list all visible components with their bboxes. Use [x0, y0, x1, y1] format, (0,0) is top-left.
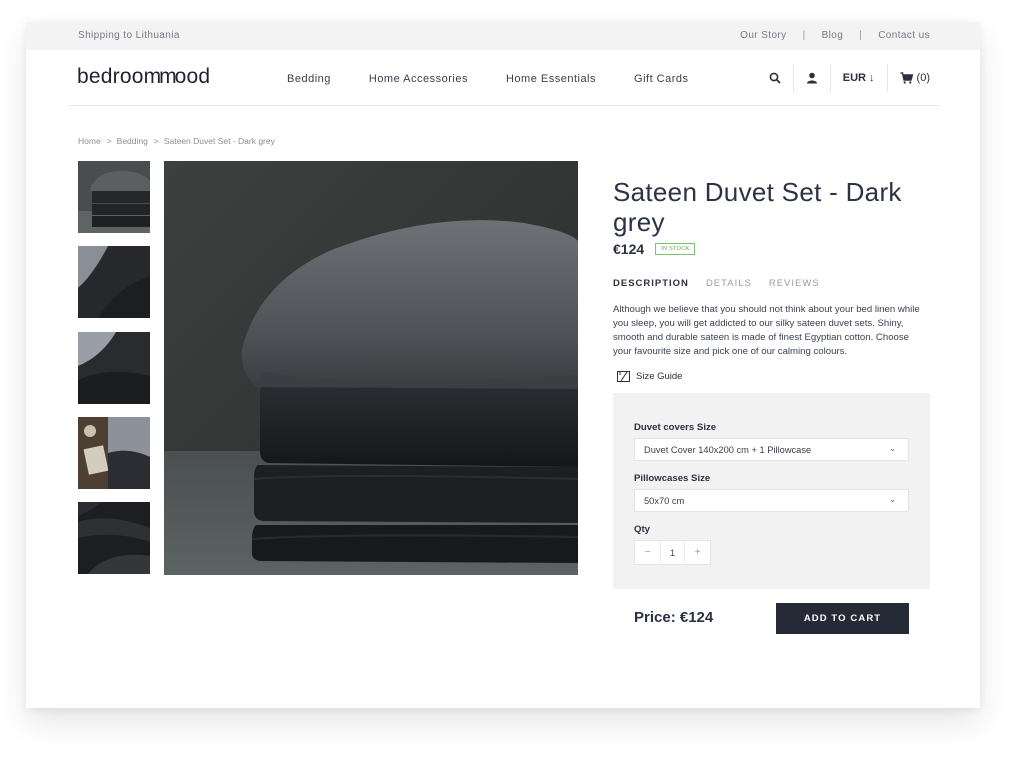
ruler-icon [617, 371, 630, 382]
logo-text: bedroo [77, 65, 144, 88]
logo[interactable]: bedroommood [77, 65, 210, 89]
divider: | [859, 30, 863, 41]
tab-details[interactable]: DETAILS [706, 278, 752, 289]
blog-link[interactable]: Blog [822, 30, 844, 41]
price-row: €124 IN STOCK [613, 241, 696, 257]
product-description: Although we believe that you should not … [613, 304, 920, 357]
stock-badge: IN STOCK [655, 243, 696, 255]
tab-description[interactable]: DESCRIPTION [613, 278, 689, 289]
size-guide-label: Size Guide [636, 371, 683, 382]
duvet-size-value: Duvet Cover 140x200 cm + 1 Pillowcase [644, 445, 812, 455]
tab-reviews[interactable]: REVIEWS [769, 278, 820, 289]
thumbnail-3[interactable] [78, 332, 150, 404]
logo-text-end: ood [174, 65, 211, 88]
nav-home-essentials[interactable]: Home Essentials [506, 73, 596, 85]
product-title: Sateen Duvet Set - Dark grey [613, 177, 902, 237]
chevron-down-icon: ⌄ [889, 444, 896, 453]
cart-icon [900, 72, 913, 84]
duvet-size-select[interactable]: Duvet Cover 140x200 cm + 1 Pillowcase ⌄ [634, 438, 909, 461]
thumbnail-4[interactable] [78, 417, 150, 489]
shipping-text[interactable]: Shipping to Lithuania [78, 30, 180, 41]
product-tabs: DESCRIPTION DETAILS REVIEWS [613, 278, 837, 289]
size-guide-link[interactable]: Size Guide [617, 371, 682, 382]
cart-button[interactable]: (0) [886, 64, 930, 92]
chevron-down-icon: ⌄ [889, 495, 896, 504]
thumbnail-2[interactable] [78, 246, 150, 318]
pillowcase-size-label: Pillowcases Size [634, 473, 711, 484]
breadcrumb-bedding[interactable]: Bedding [117, 136, 148, 146]
breadcrumb-current: Sateen Duvet Set - Dark grey [163, 136, 275, 146]
header-tools: EUR ↓ (0) [757, 64, 930, 92]
add-to-cart-button[interactable]: ADD TO CART [776, 603, 909, 634]
breadcrumb: Home > Bedding > Sateen Duvet Set - Dark… [78, 136, 275, 146]
account-button[interactable] [792, 64, 830, 92]
divider: | [802, 30, 806, 41]
cart-count: (0) [916, 72, 930, 84]
thumbnail-1[interactable] [78, 161, 150, 233]
pillowcase-size-value: 50x70 cm [644, 496, 685, 506]
thumbnail-5[interactable] [78, 502, 150, 574]
currency-label: EUR ↓ [842, 72, 875, 84]
currency-selector[interactable]: EUR ↓ [829, 64, 887, 92]
user-icon [806, 72, 817, 84]
duvet-size-label: Duvet covers Size [634, 422, 717, 433]
top-bar: Shipping to Lithuania Our Story | Blog |… [26, 22, 980, 50]
breadcrumb-separator: > [106, 136, 112, 146]
contact-link[interactable]: Contact us [878, 30, 930, 41]
nav-home-accessories[interactable]: Home Accessories [369, 73, 468, 85]
qty-input[interactable]: 1 [660, 541, 685, 564]
page-frame: Shipping to Lithuania Our Story | Blog |… [26, 22, 980, 708]
site-header: bedroommood Bedding Home Accessories Hom… [26, 50, 980, 106]
product-price: €124 [613, 241, 645, 257]
search-button[interactable] [757, 64, 793, 92]
top-links: Our Story | Blog | Contact us [740, 30, 930, 41]
qty-decrease-button[interactable]: − [635, 541, 660, 564]
header-divider [68, 105, 940, 106]
qty-label: Qty [634, 524, 650, 535]
nav-bedding[interactable]: Bedding [287, 73, 331, 85]
search-icon [769, 72, 781, 84]
options-panel: Duvet covers Size Duvet Cover 140x200 cm… [613, 393, 930, 589]
main-nav: Bedding Home Accessories Home Essentials… [287, 73, 727, 85]
pillowcase-size-select[interactable]: 50x70 cm ⌄ [634, 489, 909, 512]
logo-wave: mm [143, 65, 177, 88]
our-story-link[interactable]: Our Story [740, 30, 786, 41]
quantity-stepper: − 1 + [634, 540, 711, 565]
main-product-image[interactable] [164, 161, 578, 575]
qty-increase-button[interactable]: + [685, 541, 710, 564]
breadcrumb-home[interactable]: Home [78, 136, 101, 146]
total-price: Price: €124 [634, 609, 714, 626]
nav-gift-cards[interactable]: Gift Cards [634, 73, 689, 85]
breadcrumb-separator: > [153, 136, 159, 146]
